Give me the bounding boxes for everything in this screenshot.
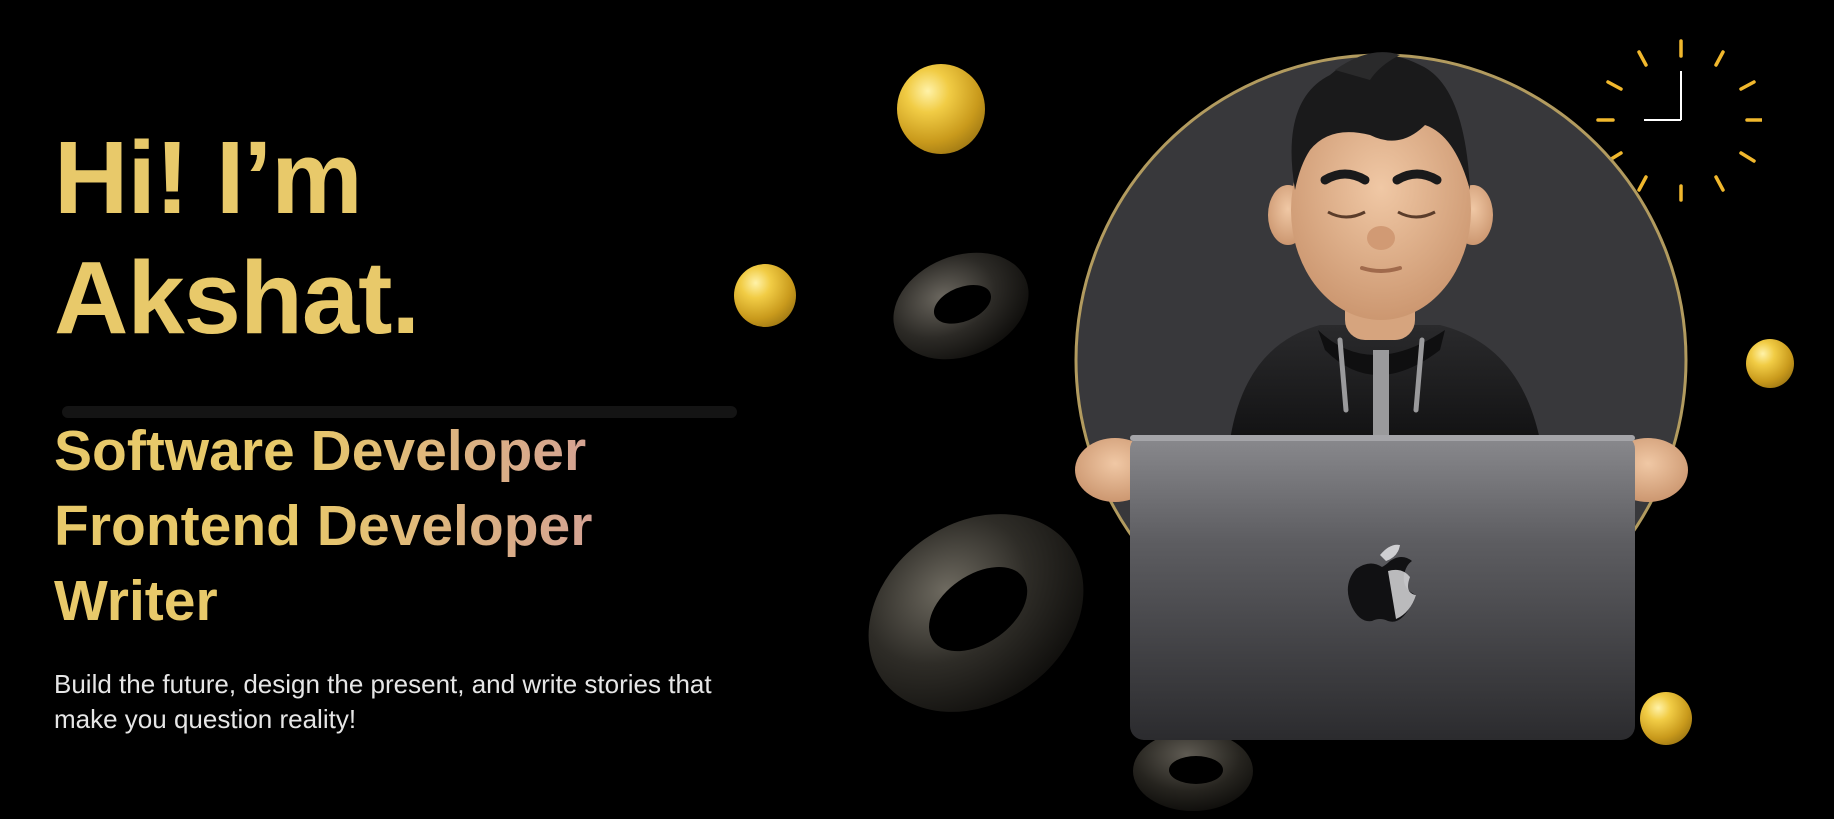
role-frontend-developer: Frontend Developer [54, 489, 592, 564]
decor-torus [856, 505, 1096, 721]
decor-torus [888, 245, 1034, 367]
decor-sphere [734, 264, 796, 327]
decor-sphere [897, 64, 985, 154]
decor-sphere [1746, 339, 1794, 388]
tagline-line2: make you question reality! [54, 704, 357, 734]
role-writer: Writer [54, 569, 218, 633]
hero-page: Hi! I’m Akshat. Software Developer Front… [0, 0, 1834, 819]
hero-greeting-line2: Akshat. [54, 240, 420, 355]
tagline-line1: Build the future, design the present, an… [54, 669, 712, 699]
role-software-developer: Software Developer [54, 414, 592, 489]
hero-greeting-line1: Hi! I’m [54, 120, 363, 235]
tagline: Build the future, design the present, an… [54, 667, 834, 737]
avatar-illustration [1074, 52, 1688, 740]
hero-title: Hi! I’m Akshat. [54, 118, 420, 358]
roles-list: Software Developer Frontend Developer Wr… [54, 414, 592, 639]
